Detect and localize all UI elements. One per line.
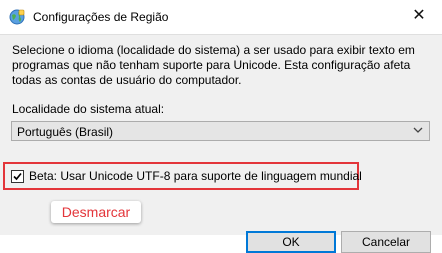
beta-utf8-label[interactable]: Beta: Usar Unicode UTF-8 para suporte de… (29, 169, 362, 183)
locale-dropdown[interactable]: Português (Brasil) (11, 121, 430, 141)
checkmark-icon (13, 172, 22, 181)
window-title: Configurações de Região (33, 10, 169, 24)
close-icon: ✕ (412, 7, 426, 24)
close-button[interactable]: ✕ (396, 0, 442, 30)
locale-dropdown-value: Português (Brasil) (17, 125, 114, 139)
cancel-button[interactable]: Cancelar (341, 231, 431, 253)
ok-button[interactable]: OK (246, 231, 336, 253)
globe-icon (9, 9, 25, 25)
dialog-body: Selecione o idioma (localidade do sistem… (0, 34, 442, 253)
annotation-label: Desmarcar (51, 201, 141, 223)
title-bar: Configurações de Região ✕ (0, 0, 442, 34)
beta-utf8-checkbox[interactable] (11, 170, 24, 183)
locale-label: Localidade do sistema atual: (12, 102, 165, 116)
chevron-down-icon (413, 127, 423, 133)
description-text: Selecione o idioma (localidade do sistem… (12, 43, 415, 87)
